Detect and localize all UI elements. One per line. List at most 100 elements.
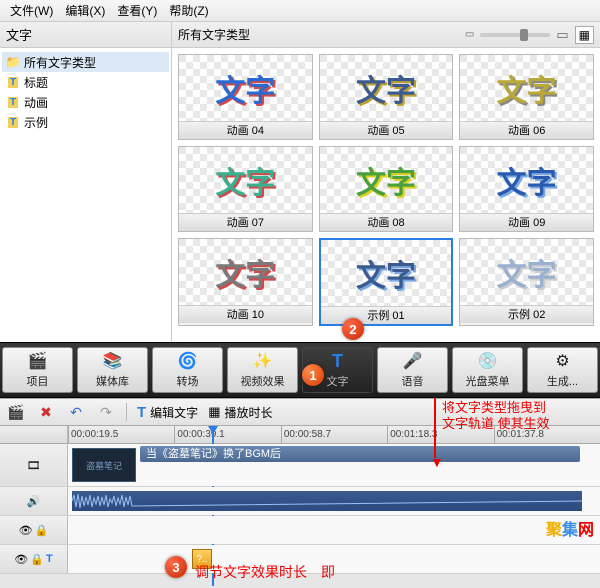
preset-label: 动画 08	[320, 213, 453, 231]
duration-button[interactable]: ▦ 播放时长	[208, 404, 272, 421]
film-icon: 🎞	[27, 459, 41, 472]
video-clip-title[interactable]: 当《盗墓笔记》换了BGM后	[140, 446, 580, 462]
overlay-track-body[interactable]	[68, 516, 600, 544]
tool-label: 项目	[27, 373, 49, 389]
preset-preview: 文字	[179, 55, 312, 121]
video-track-body[interactable]: 盗墓笔记 当《盗墓笔记》换了BGM后	[68, 444, 600, 486]
hint-line-2: 文字轨道 使其生效	[442, 416, 550, 432]
preset-thumb[interactable]: 文字示例 02	[459, 238, 594, 326]
tool-icon: T	[328, 351, 348, 371]
preset-preview: 文字	[460, 239, 593, 305]
tree-item-2[interactable]: T动画	[2, 92, 169, 112]
video-track-head: 🎞	[0, 444, 68, 486]
preset-label: 示例 01	[321, 306, 452, 324]
tool-label: 生成...	[547, 373, 578, 389]
zoom-in-icon[interactable]: ▭	[556, 27, 568, 43]
watermark: 聚集网	[546, 516, 594, 540]
tool-icon: 🎤	[403, 351, 423, 371]
preset-grid-scroll[interactable]: 文字动画 04文字动画 05文字动画 06文字动画 07文字动画 08文字动画 …	[172, 48, 600, 342]
edit-text-button[interactable]: T 编辑文字	[137, 404, 198, 421]
preset-preview: 文字	[460, 147, 593, 213]
view-mode-icon[interactable]: ▦	[575, 26, 594, 44]
category-panel: 文字 📁所有文字类型T标题T动画T示例	[0, 22, 172, 342]
category-panel-title: 文字	[0, 22, 171, 48]
tool-label: 文字	[327, 373, 349, 389]
hint-drag-text: 将文字类型拖曳到 文字轨道 使其生效	[442, 400, 550, 432]
hint-arrow-line	[434, 398, 436, 458]
tool-icon: ✨	[253, 351, 273, 371]
preset-preview: 文字	[179, 239, 312, 305]
menu-edit[interactable]: 编辑(X)	[61, 2, 109, 19]
preset-preview: 文字	[460, 55, 593, 121]
lock-icon[interactable]: 🔒	[35, 524, 49, 537]
tree-item-label: 示例	[24, 114, 48, 131]
preset-thumb[interactable]: 文字动画 10	[178, 238, 313, 326]
text-icon: T	[137, 404, 146, 421]
tool-光盘菜单[interactable]: 💿光盘菜单	[452, 347, 523, 393]
preset-panel-header: 所有文字类型 ▭ ▭ ▦	[172, 22, 600, 48]
watermark-char-3: 网	[578, 522, 594, 539]
tree-item-1[interactable]: T标题	[2, 72, 169, 92]
text-t-icon: T	[46, 553, 53, 565]
zoom-slider[interactable]	[480, 33, 550, 37]
edit-text-label: 编辑文字	[150, 404, 198, 421]
preset-thumb[interactable]: 文字动画 07	[178, 146, 313, 232]
zoom-control: ▭ ▭ ▦	[465, 26, 594, 44]
zoom-out-icon[interactable]: ▭	[465, 29, 474, 40]
tree-item-label: 动画	[24, 94, 48, 111]
ruler-tick: 00:00:39.1	[174, 426, 280, 443]
preset-preview: 文字	[320, 55, 453, 121]
tree-item-0[interactable]: 📁所有文字类型	[2, 52, 169, 72]
ruler-tick: 00:00:19.5	[68, 426, 174, 443]
tool-项目[interactable]: 🎬 项目	[2, 347, 73, 393]
tool-媒体库[interactable]: 📚媒体库	[77, 347, 148, 393]
delete-icon[interactable]: ✖	[36, 402, 56, 422]
preset-thumb[interactable]: 文字动画 04	[178, 54, 313, 140]
separator	[126, 403, 127, 421]
menubar: 文件(W) 编辑(X) 查看(Y) 帮助(Z)	[0, 0, 600, 22]
main-toolbar: 🎬 项目 📚媒体库🌀转场✨视频效果 T 文字 🎤语音💿光盘菜单 ⚙ 生成...	[0, 342, 600, 398]
audio-waveform[interactable]	[72, 491, 582, 511]
playhead[interactable]	[208, 426, 218, 444]
hint-line-1: 将文字类型拖曳到	[442, 400, 550, 416]
preset-thumb[interactable]: 文字动画 06	[459, 54, 594, 140]
preset-thumb[interactable]: 文字示例 01	[319, 238, 454, 326]
preset-label: 动画 09	[460, 213, 593, 231]
ruler-gutter	[0, 426, 68, 443]
audio-track: 🔊	[0, 487, 600, 516]
video-clip-thumb[interactable]: 盗墓笔记	[72, 448, 136, 482]
timeline-tracks: 🎞 盗墓笔记 当《盗墓笔记》换了BGM后 🔊 👁 🔒 👁 🔒 T ?	[0, 444, 600, 574]
undo-icon[interactable]: ↶	[66, 402, 86, 422]
tool-label: 媒体库	[96, 373, 129, 389]
tool-视频效果[interactable]: ✨视频效果	[227, 347, 298, 393]
menu-file[interactable]: 文件(W)	[6, 2, 57, 19]
lock-icon[interactable]: 🔒	[30, 553, 44, 566]
redo-icon[interactable]: ↷	[96, 402, 116, 422]
preset-thumb[interactable]: 文字动画 08	[319, 146, 454, 232]
preset-thumb[interactable]: 文字动画 05	[319, 54, 454, 140]
tool-icon: 🌀	[178, 351, 198, 371]
preset-label: 动画 05	[320, 121, 453, 139]
preset-grid: 文字动画 04文字动画 05文字动画 06文字动画 07文字动画 08文字动画 …	[178, 54, 594, 326]
text-track-head: 👁 🔒 T	[0, 545, 68, 573]
clapper-icon[interactable]: 🎬	[6, 402, 26, 422]
preset-label: 动画 07	[179, 213, 312, 231]
menu-help[interactable]: 帮助(Z)	[165, 2, 212, 19]
eye-icon[interactable]: 👁	[14, 553, 28, 566]
preset-label: 动画 04	[179, 121, 312, 139]
callout-badge-2: 2	[342, 318, 364, 340]
menu-view[interactable]: 查看(Y)	[113, 2, 161, 19]
preset-preview: 文字	[320, 147, 453, 213]
watermark-char-1: 聚	[546, 522, 562, 539]
tool-生成...[interactable]: ⚙ 生成...	[527, 347, 598, 393]
tool-语音[interactable]: 🎤语音	[377, 347, 448, 393]
tree-item-3[interactable]: T示例	[2, 112, 169, 132]
eye-icon[interactable]: 👁	[19, 524, 33, 537]
tool-icon: ⚙	[553, 351, 573, 371]
preset-label: 示例 02	[460, 305, 593, 323]
tool-icon: 🎬	[28, 351, 48, 371]
audio-track-body[interactable]	[68, 487, 600, 515]
hint-adjust-1: 调节文字效果时长 即	[195, 564, 335, 580]
tool-转场[interactable]: 🌀转场	[152, 347, 223, 393]
preset-thumb[interactable]: 文字动画 09	[459, 146, 594, 232]
